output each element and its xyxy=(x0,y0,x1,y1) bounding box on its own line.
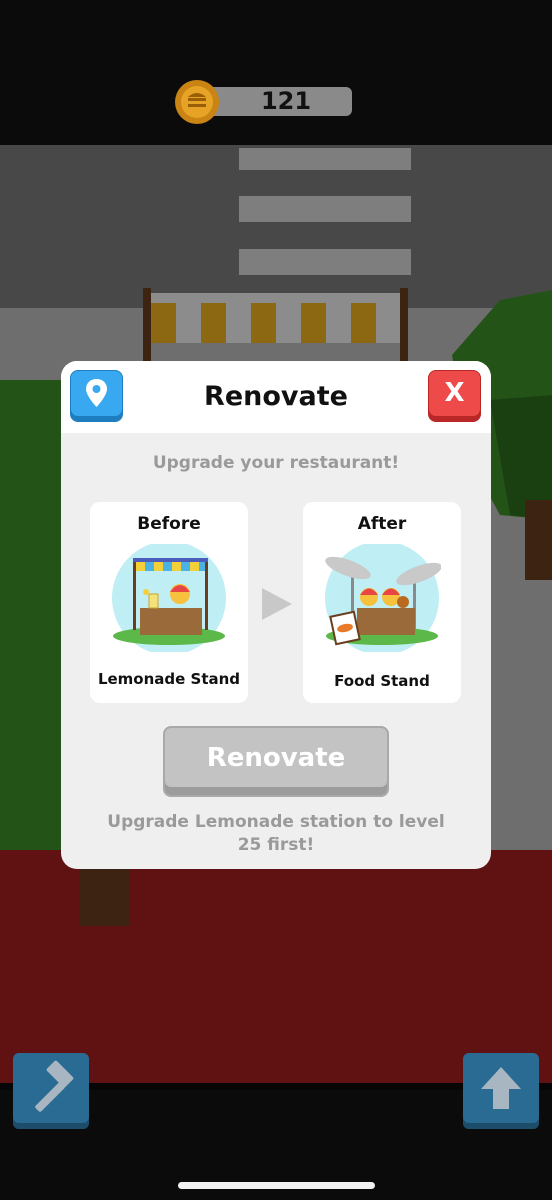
after-name: Food Stand xyxy=(334,672,430,690)
coin-count: 121 xyxy=(260,87,312,115)
food-stand-image xyxy=(325,544,441,652)
close-button[interactable]: X xyxy=(428,370,481,422)
renovate-dialog: Renovate X Upgrade your restaurant! Befo… xyxy=(61,361,491,869)
build-button[interactable] xyxy=(13,1053,89,1129)
after-card: After Food Stand xyxy=(303,502,461,703)
hammer-icon xyxy=(35,1060,74,1112)
requirement-message: Upgrade Lemonade station to level 25 fir… xyxy=(107,812,445,855)
arrow-up-icon xyxy=(481,1067,521,1109)
coin-counter: 121 xyxy=(198,87,352,116)
before-name: Lemonade Stand xyxy=(97,670,241,688)
play-arrow-icon xyxy=(262,588,292,620)
renovate-button[interactable]: Renovate xyxy=(163,726,389,797)
after-heading: After xyxy=(357,514,407,534)
dialog-subtitle: Upgrade your restaurant! xyxy=(152,453,400,473)
dialog-header: Renovate X xyxy=(61,361,491,433)
coin-icon xyxy=(175,80,219,124)
renovate-button-label: Renovate xyxy=(206,743,346,773)
upgrade-button[interactable] xyxy=(463,1053,539,1129)
dialog-title: Renovate xyxy=(204,381,348,412)
home-indicator[interactable] xyxy=(178,1182,375,1189)
before-card: Before Lemonade Stand xyxy=(90,502,248,703)
lemonade-stand-image xyxy=(112,544,226,652)
before-heading: Before xyxy=(137,514,201,534)
close-icon: X xyxy=(444,378,465,408)
